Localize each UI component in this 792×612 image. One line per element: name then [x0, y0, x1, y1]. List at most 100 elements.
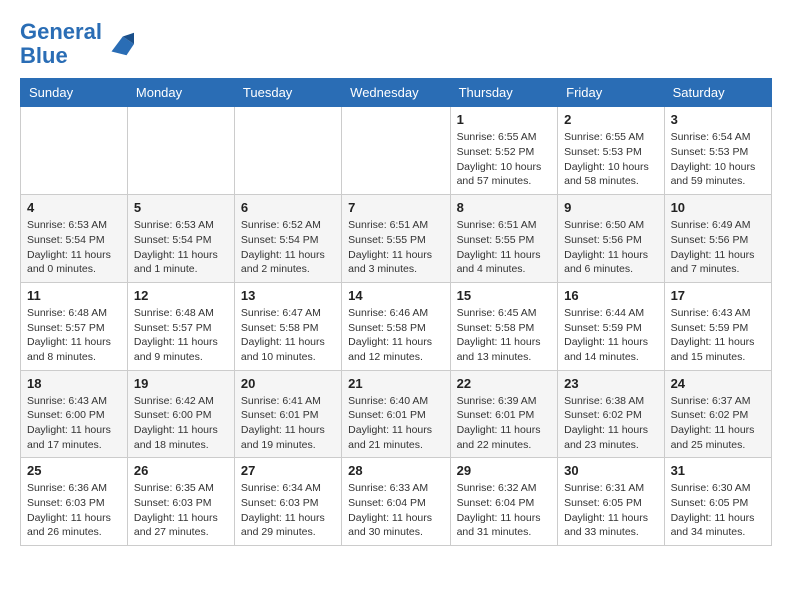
calendar-body: 1 Sunrise: 6:55 AM Sunset: 5:52 PM Daylig… [21, 107, 772, 546]
day-info: Sunrise: 6:32 AM Sunset: 6:04 PM Dayligh… [457, 481, 552, 540]
calendar-cell: 19 Sunrise: 6:42 AM Sunset: 6:00 PM Dayli… [127, 370, 234, 458]
day-info: Sunrise: 6:35 AM Sunset: 6:03 PM Dayligh… [134, 481, 228, 540]
logo-text: GeneralBlue [20, 20, 102, 68]
day-info: Sunrise: 6:38 AM Sunset: 6:02 PM Dayligh… [564, 394, 657, 453]
day-info: Sunrise: 6:31 AM Sunset: 6:05 PM Dayligh… [564, 481, 657, 540]
calendar-cell: 22Sunrise: 6:39 AM Sunset: 6:01 PM Dayli… [450, 370, 558, 458]
day-number: 4 [27, 200, 121, 215]
day-number: 25 [27, 463, 121, 478]
calendar-cell: 18 Sunrise: 6:43 AM Sunset: 6:00 PM Dayli… [21, 370, 128, 458]
calendar-cell: 23 Sunrise: 6:38 AM Sunset: 6:02 PM Dayli… [558, 370, 664, 458]
day-info: Sunrise: 6:48 AM Sunset: 5:57 PM Dayligh… [27, 306, 121, 365]
calendar-week-5: 25 Sunrise: 6:36 AM Sunset: 6:03 PM Dayli… [21, 458, 772, 546]
day-info: Sunrise: 6:33 AM Sunset: 6:04 PM Dayligh… [348, 481, 443, 540]
calendar-cell: 27 Sunrise: 6:34 AM Sunset: 6:03 PM Dayli… [234, 458, 341, 546]
day-info: Sunrise: 6:43 AM Sunset: 6:00 PM Dayligh… [27, 394, 121, 453]
day-info: Sunrise: 6:36 AM Sunset: 6:03 PM Dayligh… [27, 481, 121, 540]
calendar-cell: 9Sunrise: 6:50 AM Sunset: 5:56 PM Daylig… [558, 195, 664, 283]
calendar-cell: 2Sunrise: 6:55 AM Sunset: 5:53 PM Daylig… [558, 107, 664, 195]
day-header-wednesday: Wednesday [342, 79, 450, 107]
day-number: 7 [348, 200, 443, 215]
day-number: 15 [457, 288, 552, 303]
day-info: Sunrise: 6:51 AM Sunset: 5:55 PM Dayligh… [457, 218, 552, 277]
calendar-cell: 14 Sunrise: 6:46 AM Sunset: 5:58 PM Dayli… [342, 282, 450, 370]
calendar-cell: 21 Sunrise: 6:40 AM Sunset: 6:01 PM Dayli… [342, 370, 450, 458]
day-number: 29 [457, 463, 552, 478]
calendar-cell: 28 Sunrise: 6:33 AM Sunset: 6:04 PM Dayli… [342, 458, 450, 546]
day-number: 1 [457, 112, 552, 127]
day-number: 31 [671, 463, 765, 478]
calendar-week-1: 1 Sunrise: 6:55 AM Sunset: 5:52 PM Daylig… [21, 107, 772, 195]
day-number: 18 [27, 376, 121, 391]
day-number: 27 [241, 463, 335, 478]
day-number: 8 [457, 200, 552, 215]
day-number: 24 [671, 376, 765, 391]
day-number: 22 [457, 376, 552, 391]
day-info: Sunrise: 6:34 AM Sunset: 6:03 PM Dayligh… [241, 481, 335, 540]
calendar-cell: 29 Sunrise: 6:32 AM Sunset: 6:04 PM Dayli… [450, 458, 558, 546]
calendar-cell: 12Sunrise: 6:48 AM Sunset: 5:57 PM Dayli… [127, 282, 234, 370]
day-number: 30 [564, 463, 657, 478]
day-info: Sunrise: 6:52 AM Sunset: 5:54 PM Dayligh… [241, 218, 335, 277]
calendar-cell: 15Sunrise: 6:45 AM Sunset: 5:58 PM Dayli… [450, 282, 558, 370]
calendar-cell: 30 Sunrise: 6:31 AM Sunset: 6:05 PM Dayli… [558, 458, 664, 546]
day-info: Sunrise: 6:51 AM Sunset: 5:55 PM Dayligh… [348, 218, 443, 277]
calendar-cell: 25 Sunrise: 6:36 AM Sunset: 6:03 PM Dayli… [21, 458, 128, 546]
calendar-cell: 11 Sunrise: 6:48 AM Sunset: 5:57 PM Dayli… [21, 282, 128, 370]
day-info: Sunrise: 6:49 AM Sunset: 5:56 PM Dayligh… [671, 218, 765, 277]
day-number: 10 [671, 200, 765, 215]
day-number: 17 [671, 288, 765, 303]
day-number: 5 [134, 200, 228, 215]
calendar-cell: 10 Sunrise: 6:49 AM Sunset: 5:56 PM Dayli… [664, 195, 771, 283]
day-header-monday: Monday [127, 79, 234, 107]
calendar-cell [127, 107, 234, 195]
calendar-cell: 20 Sunrise: 6:41 AM Sunset: 6:01 PM Dayli… [234, 370, 341, 458]
calendar-cell [21, 107, 128, 195]
calendar-cell: 16 Sunrise: 6:44 AM Sunset: 5:59 PM Dayli… [558, 282, 664, 370]
logo-icon [104, 29, 134, 59]
day-header-tuesday: Tuesday [234, 79, 341, 107]
day-number: 16 [564, 288, 657, 303]
day-info: Sunrise: 6:40 AM Sunset: 6:01 PM Dayligh… [348, 394, 443, 453]
calendar-cell [342, 107, 450, 195]
calendar-cell: 17 Sunrise: 6:43 AM Sunset: 5:59 PM Dayli… [664, 282, 771, 370]
page-header: GeneralBlue [20, 20, 772, 68]
calendar-cell: 13Sunrise: 6:47 AM Sunset: 5:58 PM Dayli… [234, 282, 341, 370]
calendar-week-4: 18 Sunrise: 6:43 AM Sunset: 6:00 PM Dayli… [21, 370, 772, 458]
day-info: Sunrise: 6:54 AM Sunset: 5:53 PM Dayligh… [671, 130, 765, 189]
calendar-cell: 1 Sunrise: 6:55 AM Sunset: 5:52 PM Daylig… [450, 107, 558, 195]
day-number: 14 [348, 288, 443, 303]
day-number: 9 [564, 200, 657, 215]
day-info: Sunrise: 6:42 AM Sunset: 6:00 PM Dayligh… [134, 394, 228, 453]
calendar-cell: 7 Sunrise: 6:51 AM Sunset: 5:55 PM Daylig… [342, 195, 450, 283]
day-number: 12 [134, 288, 228, 303]
calendar-header-row: SundayMondayTuesdayWednesdayThursdayFrid… [21, 79, 772, 107]
calendar-cell: 5Sunrise: 6:53 AM Sunset: 5:54 PM Daylig… [127, 195, 234, 283]
day-info: Sunrise: 6:53 AM Sunset: 5:54 PM Dayligh… [27, 218, 121, 277]
day-number: 23 [564, 376, 657, 391]
calendar-cell: 3 Sunrise: 6:54 AM Sunset: 5:53 PM Daylig… [664, 107, 771, 195]
calendar-cell: 4 Sunrise: 6:53 AM Sunset: 5:54 PM Daylig… [21, 195, 128, 283]
day-number: 3 [671, 112, 765, 127]
day-info: Sunrise: 6:41 AM Sunset: 6:01 PM Dayligh… [241, 394, 335, 453]
day-info: Sunrise: 6:55 AM Sunset: 5:53 PM Dayligh… [564, 130, 657, 189]
day-number: 28 [348, 463, 443, 478]
day-info: Sunrise: 6:30 AM Sunset: 6:05 PM Dayligh… [671, 481, 765, 540]
day-info: Sunrise: 6:43 AM Sunset: 5:59 PM Dayligh… [671, 306, 765, 365]
day-number: 13 [241, 288, 335, 303]
calendar-cell: 8 Sunrise: 6:51 AM Sunset: 5:55 PM Daylig… [450, 195, 558, 283]
day-header-saturday: Saturday [664, 79, 771, 107]
day-number: 19 [134, 376, 228, 391]
day-info: Sunrise: 6:46 AM Sunset: 5:58 PM Dayligh… [348, 306, 443, 365]
day-header-friday: Friday [558, 79, 664, 107]
day-number: 6 [241, 200, 335, 215]
day-info: Sunrise: 6:55 AM Sunset: 5:52 PM Dayligh… [457, 130, 552, 189]
calendar-cell: 31 Sunrise: 6:30 AM Sunset: 6:05 PM Dayli… [664, 458, 771, 546]
calendar-cell: 6 Sunrise: 6:52 AM Sunset: 5:54 PM Daylig… [234, 195, 341, 283]
day-number: 21 [348, 376, 443, 391]
day-info: Sunrise: 6:44 AM Sunset: 5:59 PM Dayligh… [564, 306, 657, 365]
logo: GeneralBlue [20, 20, 134, 68]
day-number: 20 [241, 376, 335, 391]
day-number: 11 [27, 288, 121, 303]
day-number: 26 [134, 463, 228, 478]
